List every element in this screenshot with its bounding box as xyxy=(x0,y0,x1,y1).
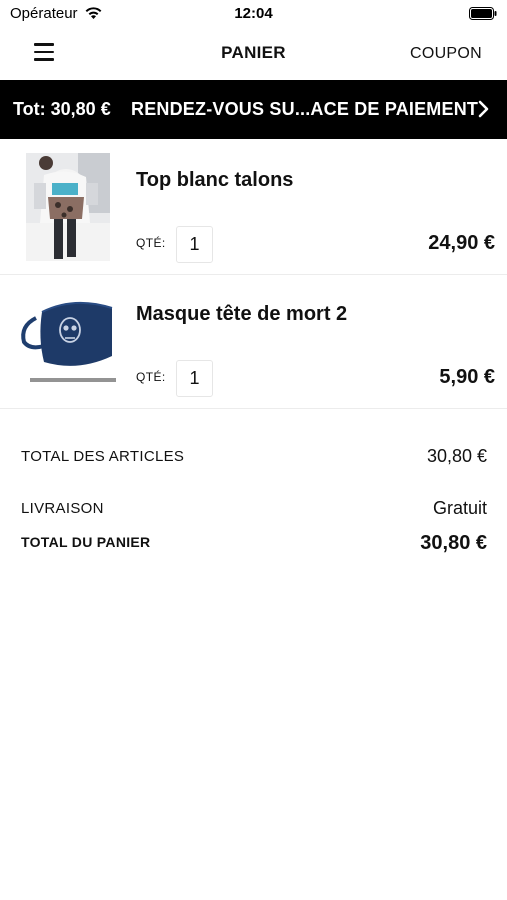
chevron-right-icon xyxy=(478,100,489,118)
cart-total-label: TOTAL DU PANIER xyxy=(21,534,151,550)
product-name[interactable]: Top blanc talons xyxy=(136,169,293,192)
quantity-field[interactable]: 1 xyxy=(176,360,213,397)
items-total-value: 30,80 € xyxy=(426,446,487,466)
quantity-label: QTÉ: xyxy=(136,236,166,250)
quantity-label: QTÉ: xyxy=(136,370,166,384)
product-photo-top-icon xyxy=(26,153,110,261)
product-image[interactable] xyxy=(16,286,120,394)
cart-item[interactable]: Masque tête de mort 2 QTÉ: 1 5,90 € xyxy=(0,274,507,409)
quantity-field[interactable]: 1 xyxy=(176,226,213,263)
product-price: 5,90 € xyxy=(439,366,495,388)
product-image[interactable] xyxy=(26,153,110,261)
delivery-value: Gratuit xyxy=(432,498,487,518)
nav-bar: PANIER COUPON xyxy=(0,30,507,79)
clock-time: 12:04 xyxy=(234,5,273,22)
checkout-total: Tot: 30,80 € xyxy=(13,99,111,119)
cart-item[interactable]: Top blanc talons QTÉ: 1 24,90 € xyxy=(0,140,507,275)
checkout-cta-label: RENDEZ-VOUS SU...ACE DE PAIEMENT xyxy=(131,99,479,119)
checkout-button[interactable]: Tot: 30,80 € RENDEZ-VOUS SU...ACE DE PAI… xyxy=(0,80,507,139)
status-bar: Opérateur 12:04 xyxy=(0,0,507,30)
cart-total-value: 30,80 € xyxy=(420,532,487,554)
battery-icon xyxy=(469,7,497,20)
items-total-label: TOTAL DES ARTICLES xyxy=(21,448,185,465)
coupon-button[interactable]: COUPON xyxy=(410,45,482,63)
product-price: 24,90 € xyxy=(428,232,495,254)
product-photo-mask-icon xyxy=(16,286,120,394)
product-name[interactable]: Masque tête de mort 2 xyxy=(136,303,347,326)
delivery-label: LIVRAISON xyxy=(21,500,104,517)
